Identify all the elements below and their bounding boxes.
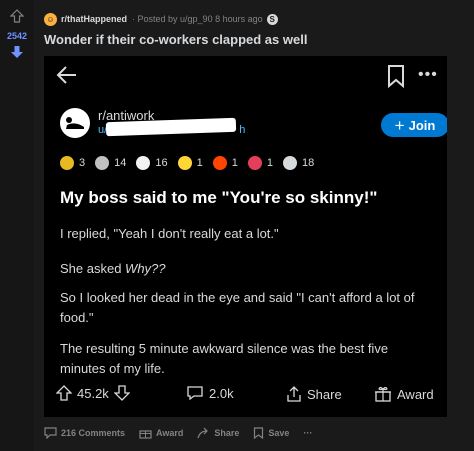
vote-group: 45.2k xyxy=(56,385,130,401)
bookmark-icon xyxy=(388,65,404,88)
award-item: 1 xyxy=(177,156,203,170)
award-item: 3 xyxy=(60,156,85,170)
silver-award-icon xyxy=(95,156,110,170)
gold-award-icon xyxy=(60,156,74,170)
share-icon xyxy=(287,386,301,402)
awards-row: 3 14 16 1 1 1 18 xyxy=(60,154,314,172)
gift-icon xyxy=(139,430,152,439)
snoo-award-icon xyxy=(212,156,227,170)
vote-column: 2542 xyxy=(0,0,34,451)
body-paragraph: The resulting 5 minute awkward silence w… xyxy=(60,341,389,376)
award-group: Award xyxy=(374,385,434,403)
comment-icon xyxy=(44,427,57,439)
award-item: 16 xyxy=(136,156,168,170)
heart-award-icon xyxy=(247,156,262,170)
save-button[interactable]: Save xyxy=(253,427,289,439)
body-paragraph: So I looked her dead in the eye and said… xyxy=(60,290,415,325)
laughing-award-icon xyxy=(136,156,151,170)
comment-icon xyxy=(187,386,203,401)
vote-count: 2542 xyxy=(6,31,28,41)
upvote-arrow-icon[interactable] xyxy=(10,9,24,23)
more-options-icon: ••• xyxy=(418,66,438,83)
screenshot-action-bar: 45.2k 2.0k Share Award xyxy=(56,383,440,409)
silver-coin-icon xyxy=(283,156,297,170)
screenshot-headline: My boss said to me "You're so skinny!" xyxy=(60,188,378,207)
share-button[interactable]: Share xyxy=(197,427,239,439)
downvote-icon xyxy=(113,385,130,401)
reclining-figure-icon xyxy=(66,117,84,129)
body-paragraph: She asked Why?? xyxy=(60,261,166,276)
author-row: r/antiwork u/h + Join xyxy=(60,108,447,144)
embedded-screenshot[interactable]: ••• r/antiwork u/h + Join 3 14 16 1 1 1 1… xyxy=(44,56,447,417)
share-group: Share xyxy=(286,385,342,403)
gift-icon xyxy=(375,386,391,402)
post-title[interactable]: Wonder if their co-workers clapped as we… xyxy=(44,32,307,47)
comments-button[interactable]: 216 Comments xyxy=(44,427,125,439)
award-button[interactable]: Award xyxy=(139,427,183,439)
comments-group: 2.0k xyxy=(186,385,234,401)
post-action-bar: 216 Comments Award Share Save ··· xyxy=(44,424,312,442)
downvote-arrow-icon[interactable] xyxy=(10,45,24,59)
award-item: 1 xyxy=(247,156,273,170)
award-badge-icon: S xyxy=(266,13,278,25)
bookmark-icon xyxy=(254,427,264,439)
join-button: + Join xyxy=(381,113,447,137)
award-item: 14 xyxy=(95,156,126,170)
more-options-button[interactable]: ··· xyxy=(303,428,312,438)
subreddit-avatar xyxy=(60,108,90,138)
posted-by[interactable]: · Posted by u/gp_90 8 hours ago xyxy=(132,14,263,24)
body-paragraph: I replied, "Yeah I don't really eat a lo… xyxy=(60,226,279,241)
award-item: 18 xyxy=(283,156,314,170)
post-meta: ☺ r/thatHappened · Posted by u/gp_90 8 h… xyxy=(44,12,278,26)
sun-award-icon xyxy=(177,156,192,170)
subreddit-link[interactable]: r/thatHappened xyxy=(61,14,127,24)
award-item: 1 xyxy=(212,156,238,170)
upvote-icon xyxy=(56,385,72,401)
share-arrow-icon xyxy=(197,427,209,439)
back-arrow-icon xyxy=(56,66,76,84)
subreddit-icon[interactable]: ☺ xyxy=(44,12,57,26)
